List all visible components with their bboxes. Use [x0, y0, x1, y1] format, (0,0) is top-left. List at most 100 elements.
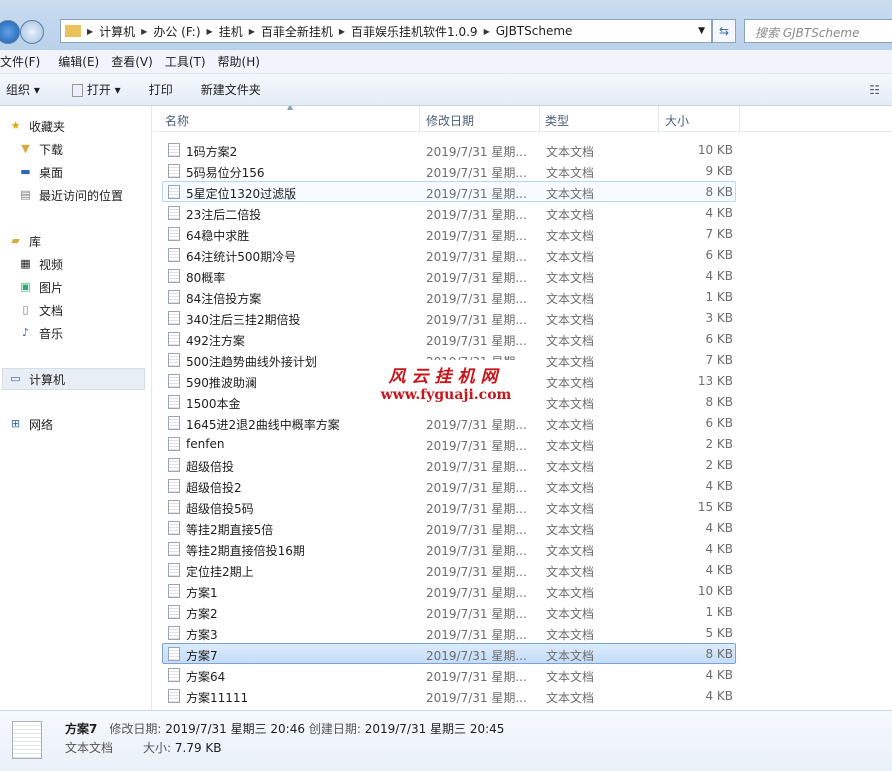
address-bar[interactable]: ▶ 计算机 ▶ 办公 (F:) ▶ 挂机 ▶ 百菲全新挂机 ▶ 百菲娱乐挂机软件1.0.9… — [60, 19, 712, 43]
file-size: 4 KB — [705, 668, 733, 682]
breadcrumb-drive[interactable]: 办公 (F:) — [149, 23, 204, 40]
breadcrumb-software[interactable]: 百菲娱乐挂机软件1.0.9 — [347, 23, 482, 40]
file-row[interactable]: 定位挂2期上 2019/7/31 星期... 文本文档 4 KB — [162, 559, 736, 580]
print-button[interactable]: 打印 — [149, 81, 173, 98]
nav-documents[interactable]: ▯ 文档 — [18, 300, 63, 320]
file-row[interactable]: 超级倍投5码 2019/7/31 星期... 文本文档 15 KB — [162, 496, 736, 517]
menu-edit[interactable]: 编辑(E) — [58, 53, 105, 70]
column-size[interactable]: 大小 — [665, 112, 689, 129]
file-row[interactable]: 5码易位分156 2019/7/31 星期... 文本文档 9 KB — [162, 160, 736, 181]
file-name: 方案3 — [186, 628, 218, 642]
file-type: 文本文档 — [546, 439, 595, 453]
file-row[interactable]: 超级倍投 2019/7/31 星期... 文本文档 2 KB — [162, 454, 736, 475]
nav-pictures[interactable]: ▣ 图片 — [18, 277, 63, 297]
nav-computer[interactable]: ▭ 计算机 — [8, 369, 65, 389]
text-file-icon — [168, 185, 180, 199]
file-row[interactable]: 方案64 2019/7/31 星期... 文本文档 4 KB — [162, 664, 736, 685]
open-button[interactable]: 打开 ▾ — [71, 81, 121, 98]
file-name: 80概率 — [186, 271, 226, 285]
view-options-icon[interactable]: ☷ — [869, 83, 880, 97]
file-row[interactable]: 方案3 2019/7/31 星期... 文本文档 5 KB — [162, 622, 736, 643]
back-button[interactable] — [0, 20, 20, 44]
file-size: 1 KB — [705, 290, 733, 304]
file-type: 文本文档 — [546, 460, 595, 474]
file-name: 方案11111 — [186, 691, 249, 705]
star-icon: ★ — [10, 119, 21, 132]
text-file-icon — [168, 521, 180, 535]
file-row[interactable]: 方案1 2019/7/31 星期... 文本文档 10 KB — [162, 580, 736, 601]
file-date: 2019/7/31 星期... — [426, 292, 527, 306]
nav-recent[interactable]: ▤ 最近访问的位置 — [18, 185, 123, 205]
text-file-icon — [168, 542, 180, 556]
document-icon: ▯ — [22, 303, 29, 316]
file-row[interactable]: 方案7 2019/7/31 星期... 文本文档 8 KB — [162, 643, 736, 664]
file-name: 定位挂2期上 — [186, 565, 254, 579]
file-type: 文本文档 — [546, 145, 595, 159]
menu-help[interactable]: 帮助(H) — [218, 53, 266, 70]
file-type: 文本文档 — [546, 250, 595, 264]
file-row[interactable]: 等挂2期直接5倍 2019/7/31 星期... 文本文档 4 KB — [162, 517, 736, 538]
nav-videos[interactable]: ▦ 视频 — [18, 254, 63, 274]
nav-favorites[interactable]: ★ 收藏夹 — [8, 116, 65, 136]
file-row[interactable]: 等挂2期直接倍投16期 2019/7/31 星期... 文本文档 4 KB — [162, 538, 736, 559]
details-filename: 方案7 — [65, 722, 98, 736]
nav-desktop[interactable]: ▬ 桌面 — [18, 162, 63, 182]
nav-network[interactable]: ⊞ 网络 — [8, 414, 53, 434]
search-input[interactable]: 搜索 GJBTScheme — [744, 19, 892, 43]
file-size: 2 KB — [705, 437, 733, 451]
file-row[interactable]: 方案11111 2019/7/31 星期... 文本文档 4 KB — [162, 685, 736, 706]
forward-button[interactable] — [20, 20, 44, 44]
file-row[interactable]: 492注方案 2019/7/31 星期... 文本文档 6 KB — [162, 328, 736, 349]
title-bar: ▶ 计算机 ▶ 办公 (F:) ▶ 挂机 ▶ 百菲全新挂机 ▶ 百菲娱乐挂机软件1.0.9… — [0, 0, 892, 50]
file-row[interactable]: fenfen 2019/7/31 星期... 文本文档 2 KB — [162, 433, 736, 454]
menu-file[interactable]: 文件(F) — [0, 53, 46, 70]
nav-libraries[interactable]: ▰ 库 — [8, 231, 41, 251]
file-date: 2019/7/31 星期... — [426, 229, 527, 243]
column-name[interactable]: 名称 — [165, 112, 189, 129]
text-file-icon — [168, 164, 180, 178]
breadcrumb-guaji[interactable]: 挂机 — [215, 23, 247, 40]
file-date: 2019/7/31 星期... — [426, 649, 527, 663]
nav-label: 视频 — [39, 257, 64, 272]
file-name: 84注倍投方案 — [186, 292, 262, 306]
file-row[interactable]: 64稳中求胜 2019/7/31 星期... 文本文档 7 KB — [162, 223, 736, 244]
nav-music[interactable]: ♪ 音乐 — [18, 323, 63, 343]
nav-label: 库 — [29, 234, 42, 249]
file-name: 方案1 — [186, 586, 218, 600]
refresh-button[interactable]: ⇆ — [712, 19, 736, 43]
text-file-icon — [168, 500, 180, 514]
text-file-icon — [168, 374, 180, 388]
file-row[interactable]: 80概率 2019/7/31 星期... 文本文档 4 KB — [162, 265, 736, 286]
file-row[interactable]: 1645进2退2曲线中概率方案 2019/7/31 星期... 文本文档 6 K… — [162, 412, 736, 433]
menu-tools[interactable]: 工具(T) — [165, 53, 212, 70]
dropdown-icon[interactable]: ▼ — [698, 26, 705, 36]
new-folder-button[interactable]: 新建文件夹 — [201, 81, 261, 98]
text-file-icon — [168, 563, 180, 577]
menu-view[interactable]: 查看(V) — [111, 53, 159, 70]
text-file-icon — [168, 458, 180, 472]
file-date: 2019/7/31 星期... — [426, 544, 527, 558]
file-name: 5星定位1320过滤版 — [186, 187, 297, 201]
file-name: 340注后三挂2期倍投 — [186, 313, 301, 327]
file-row[interactable]: 340注后三挂2期倍投 2019/7/31 星期... 文本文档 3 KB — [162, 307, 736, 328]
file-date: 2019/7/31 星期... — [426, 586, 527, 600]
column-type[interactable]: 类型 — [545, 112, 569, 129]
file-row[interactable]: 84注倍投方案 2019/7/31 星期... 文本文档 1 KB — [162, 286, 736, 307]
file-row[interactable]: 1码方案2 2019/7/31 星期... 文本文档 10 KB — [162, 139, 736, 160]
nav-label: 音乐 — [39, 326, 64, 341]
file-size: 13 KB — [697, 374, 733, 388]
file-row[interactable]: 23注后二倍投 2019/7/31 星期... 文本文档 4 KB — [162, 202, 736, 223]
file-type: 文本文档 — [546, 313, 595, 327]
file-row[interactable]: 5星定位1320过滤版 2019/7/31 星期... 文本文档 8 KB — [162, 181, 736, 202]
organize-button[interactable]: 组织 ▾ — [6, 81, 40, 98]
nav-downloads[interactable]: ▼ 下载 — [18, 139, 63, 159]
file-name: 64注统计500期冷号 — [186, 250, 297, 264]
file-row[interactable]: 64注统计500期冷号 2019/7/31 星期... 文本文档 6 KB — [162, 244, 736, 265]
column-date[interactable]: 修改日期 — [426, 112, 474, 129]
size-label: 大小: — [143, 741, 172, 755]
breadcrumb-current[interactable]: GJBTScheme — [492, 24, 577, 38]
breadcrumb-computer[interactable]: 计算机 — [95, 23, 139, 40]
file-row[interactable]: 方案2 2019/7/31 星期... 文本文档 1 KB — [162, 601, 736, 622]
file-row[interactable]: 超级倍投2 2019/7/31 星期... 文本文档 4 KB — [162, 475, 736, 496]
breadcrumb-baifei[interactable]: 百菲全新挂机 — [257, 23, 337, 40]
